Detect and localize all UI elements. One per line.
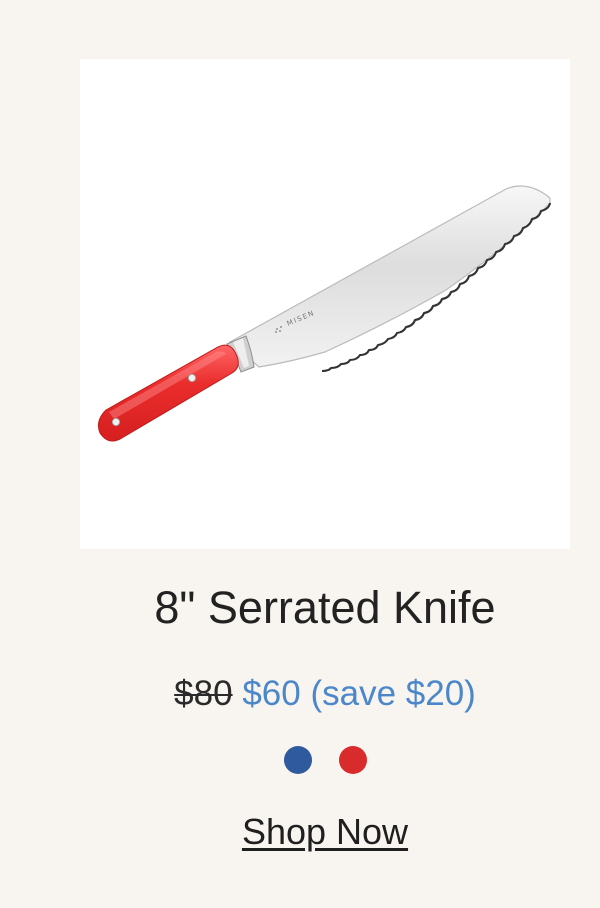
rivet	[187, 373, 197, 383]
shop-now-link[interactable]: Shop Now	[242, 811, 408, 852]
product-card: MISEN 8" Serrated Knife $80 $60 (save $2…	[0, 0, 600, 908]
color-swatches	[0, 745, 600, 775]
rivet	[111, 417, 121, 427]
red-swatch[interactable]	[338, 746, 367, 774]
knife-handle	[98, 344, 239, 442]
sale-price: $60	[242, 674, 301, 713]
savings-text: (save $20)	[310, 674, 476, 713]
product-image[interactable]: MISEN	[80, 59, 570, 549]
original-price: $80	[174, 674, 233, 713]
knife-illustration: MISEN	[98, 185, 552, 442]
knife-blade	[228, 185, 551, 368]
price-row: $80 $60 (save $20)	[0, 674, 600, 714]
product-title: 8" Serrated Knife	[154, 582, 496, 633]
navy-swatch[interactable]	[283, 746, 312, 774]
cta-container: Shop Now	[0, 812, 600, 852]
